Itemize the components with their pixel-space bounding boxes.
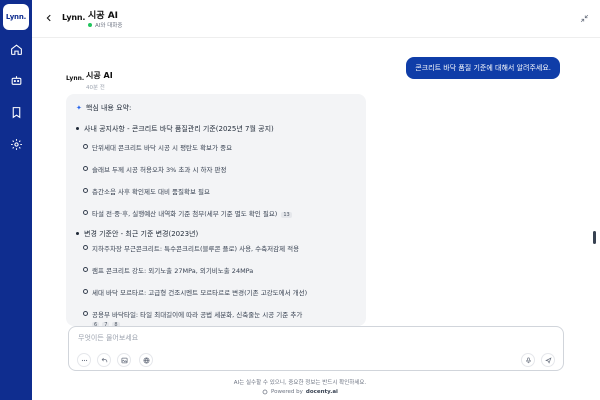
ai-message-bubble: ✦ 핵심 내용 요약: 사내 공지사항 - 콘크리트 바닥 품질관리 기준(20…: [66, 94, 366, 326]
list-item: 층간소음 사후 확인제도 대비 품질확보 필요: [76, 186, 356, 196]
home-icon[interactable]: [7, 40, 25, 58]
ai-name: 시공 AI: [86, 71, 113, 80]
chevron-left-icon: [46, 14, 51, 22]
disclaimer-text: AI는 실수할 수 있으니, 중요한 정보는 반드시 확인하세요.: [233, 380, 367, 386]
powered-by-prefix: Powered by: [271, 389, 303, 395]
send-button[interactable]: [541, 353, 555, 367]
more-icon: [81, 359, 87, 361]
powered-by-brand[interactable]: docenty.ai: [306, 389, 338, 395]
globe-icon: [143, 357, 149, 363]
settings-icon[interactable]: [7, 135, 25, 153]
sparkle-icon: ✦: [76, 104, 82, 112]
ai-avatar-logo: Lynn.: [66, 75, 85, 82]
more-button[interactable]: [77, 353, 91, 367]
sidebar: Lynn.: [0, 0, 32, 400]
mic-button[interactable]: [521, 353, 535, 367]
microphone-icon: [525, 357, 531, 363]
reply-button[interactable]: [97, 353, 111, 367]
collapse-button[interactable]: [578, 12, 590, 24]
collapse-icon: [580, 14, 588, 22]
list-item: 지하주차장 무근콘크리트: 특수콘크리트(블루콘 플로) 사용, 수축저감제 적…: [76, 243, 356, 253]
list-item: 단위세대 콘크리트 바닥 시공 시 평탄도 확보가 중요: [76, 142, 356, 152]
list-item: 슬래브 두께 시공 허용오차 3% 초과 시 하자 판정: [76, 164, 356, 174]
chat-input-box: [68, 326, 564, 371]
chat-status-text: AI와 대화중: [95, 23, 123, 29]
scrollbar-thumb[interactable]: [593, 231, 596, 244]
chat-input[interactable]: [78, 332, 498, 344]
citation-badge[interactable]: 13: [281, 212, 292, 218]
reply-icon: [101, 357, 107, 362]
chat-title: 시공 AI: [88, 11, 119, 21]
summary-heading: ✦ 핵심 내용 요약:: [76, 103, 356, 113]
ai-message-time: 40분 전: [86, 85, 105, 91]
back-button[interactable]: [42, 11, 56, 25]
section-title: 변경 기준안 - 최근 기준 변경(2023년): [76, 229, 356, 239]
robot-icon[interactable]: [7, 71, 25, 89]
powered-by: Powered by docenty.ai: [0, 389, 600, 395]
list-item: 세대 바닥 모르타르: 고급형 건조시멘트 모르타르로 변경(기존 고강도에서 …: [76, 287, 356, 297]
docenty-logo-icon: [262, 389, 268, 395]
header-brand: Lynn.: [62, 13, 86, 22]
section-title: 사내 공지사항 - 콘크리트 바닥 품질관리 기준(2025년 7월 공지): [76, 124, 356, 134]
globe-button[interactable]: [139, 353, 153, 367]
image-button[interactable]: [117, 353, 131, 367]
list-item: 램프 콘크리트 강도: 외기노출 27MPa, 외기비노출 24MPa: [76, 265, 356, 275]
app-logo[interactable]: Lynn.: [3, 4, 29, 30]
list-item: 공용부 바닥타일: 타일 최대길이에 따라 공법 세분화, 신축줄눈 시공 기준…: [76, 309, 356, 319]
user-message-bubble: 콘크리트 바닥 품질 기준에 대해서 알려주세요.: [406, 57, 560, 79]
list-item-text: 타설 전·중·후, 실행예산 내역화 기준 첨부(세부 기준 별도 확인 필요): [92, 210, 278, 218]
list-item: 타설 전·중·후, 실행예산 내역화 기준 첨부(세부 기준 별도 확인 필요)…: [76, 208, 356, 218]
bookmark-icon[interactable]: [7, 103, 25, 121]
image-icon: [121, 357, 127, 363]
chat-header: Lynn. 시공 AI AI와 대화중: [32, 0, 600, 38]
chat-status: AI와 대화중: [88, 21, 122, 29]
send-icon: [544, 356, 552, 364]
online-status-dot: [88, 23, 92, 27]
summary-title: 핵심 내용 요약:: [85, 104, 132, 112]
